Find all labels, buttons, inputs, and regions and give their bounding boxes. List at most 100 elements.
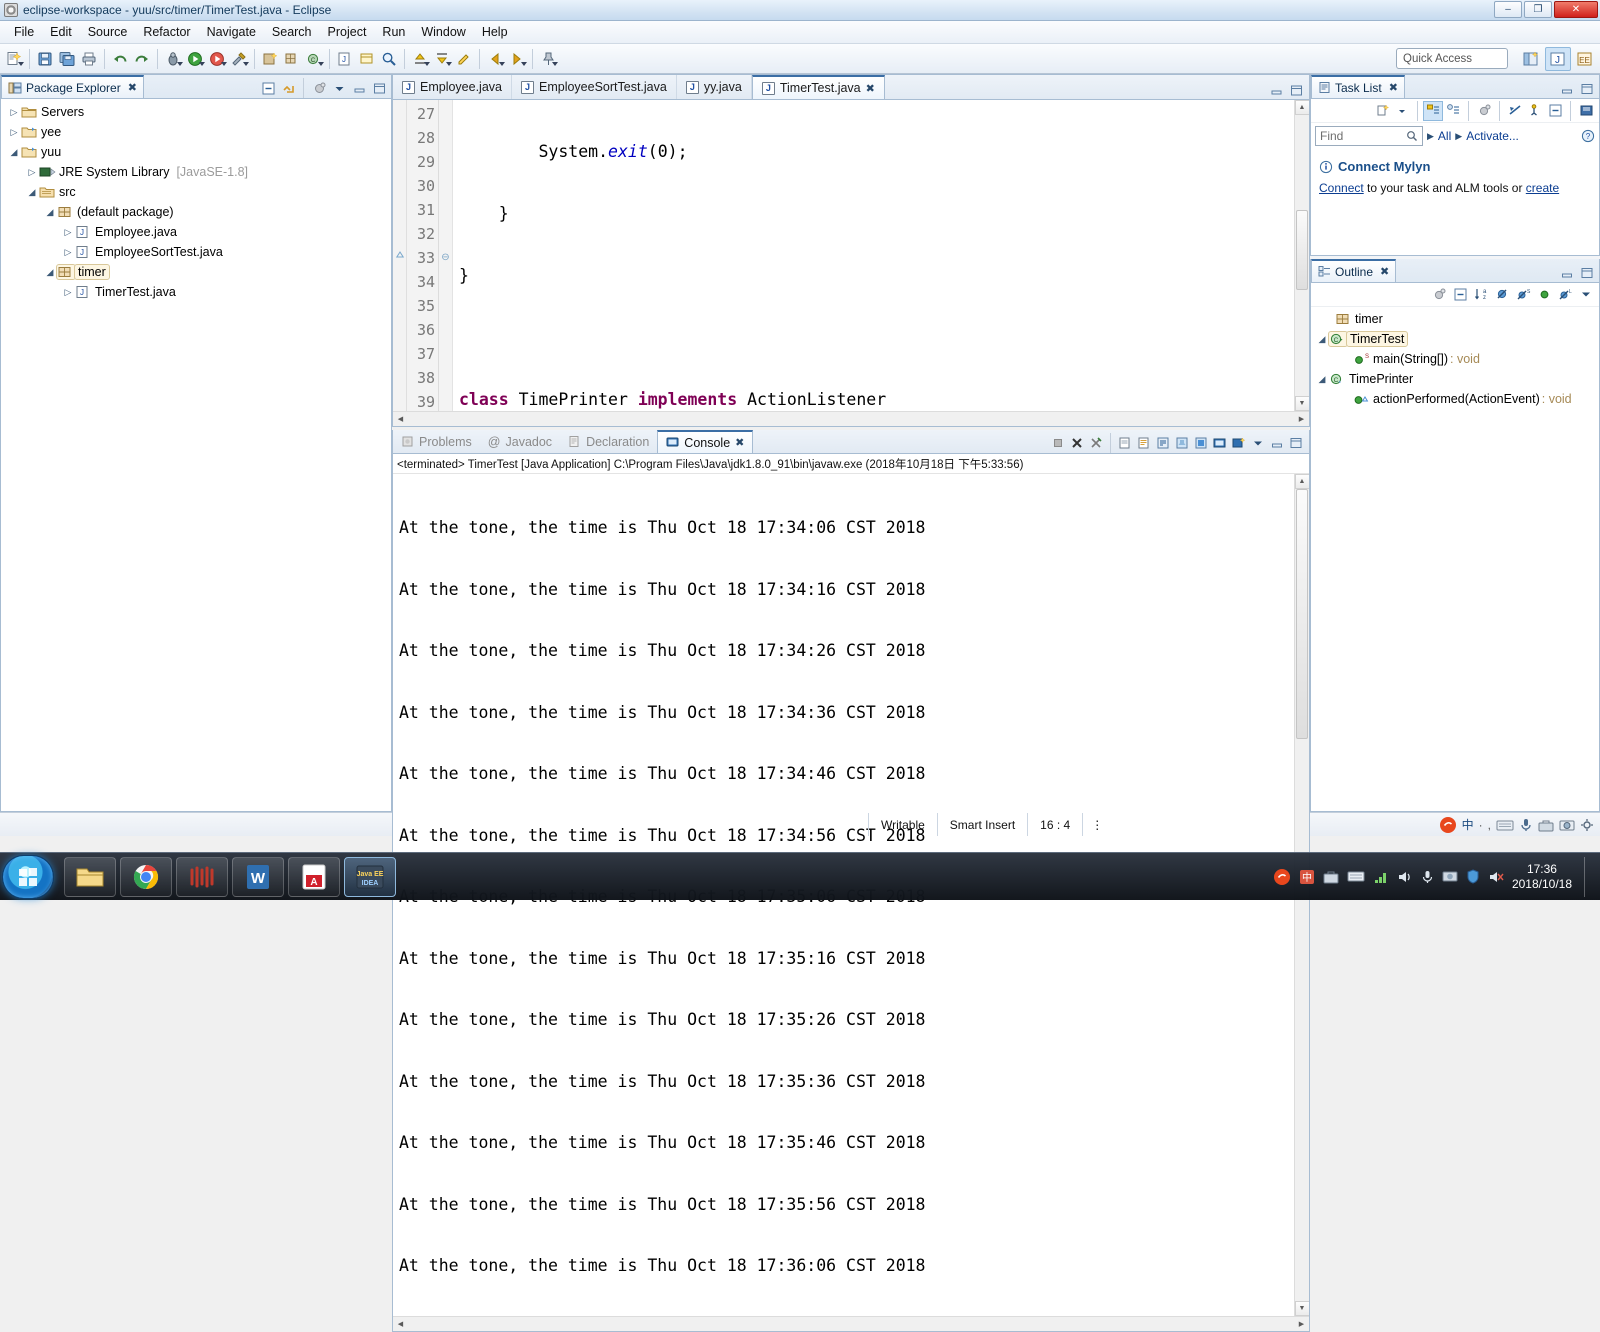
editor-tab-yy-java[interactable]: J yy.java <box>677 75 752 99</box>
tree-row-yee[interactable]: ▷ yee <box>1 122 391 142</box>
twisty-expanded-icon[interactable]: ◢ <box>7 147 21 158</box>
new-class-dropdown-arrow[interactable] <box>318 62 324 66</box>
view-menu-icon[interactable] <box>1577 102 1595 120</box>
scroll-down-icon[interactable]: ▼ <box>1295 396 1310 411</box>
clear-console-icon[interactable] <box>1116 434 1134 452</box>
mylyn-connect-link[interactable]: Connect <box>1319 181 1364 195</box>
save-icon[interactable] <box>35 48 55 70</box>
maximize-icon[interactable] <box>370 79 388 97</box>
debug-icon[interactable] <box>163 48 183 70</box>
new-task-icon[interactable] <box>1373 102 1391 120</box>
remove-launch-icon[interactable] <box>1068 434 1086 452</box>
maximize-icon[interactable] <box>1578 80 1596 98</box>
tree-row-timer[interactable]: ◢ timer <box>1 262 391 282</box>
folding-ruler[interactable]: ⊖ <box>439 100 453 411</box>
toolbox-icon[interactable] <box>1538 818 1554 832</box>
tree-row-default-package[interactable]: ◢ (default package) <box>1 202 391 222</box>
run-coverage-icon[interactable] <box>207 48 227 70</box>
shield-icon[interactable] <box>1466 869 1480 884</box>
collapse-all-icon[interactable] <box>259 79 277 97</box>
new-task-dropdown-arrow[interactable] <box>1393 102 1411 120</box>
tree-row-timertest-java[interactable]: ▷ J TimerTest.java <box>1 282 391 302</box>
tab-declaration[interactable]: Declaration <box>560 430 657 453</box>
screenshot-icon[interactable] <box>1442 870 1458 883</box>
menu-edit[interactable]: Edit <box>42 23 80 41</box>
minimize-button[interactable]: – <box>1494 1 1522 18</box>
tab-problems[interactable]: Problems <box>393 430 480 453</box>
quick-access-input[interactable]: Quick Access <box>1396 48 1508 69</box>
external-tools-dropdown-arrow[interactable] <box>243 62 249 66</box>
new-java-project-icon[interactable] <box>260 48 280 70</box>
microphone-icon[interactable] <box>1519 817 1533 833</box>
hide-static-icon[interactable]: S <box>1514 286 1532 304</box>
menu-source[interactable]: Source <box>80 23 136 41</box>
close-icon[interactable]: ✖ <box>735 436 744 449</box>
close-icon[interactable]: ✖ <box>1389 81 1398 94</box>
open-console-icon[interactable] <box>1211 434 1229 452</box>
start-button[interactable] <box>2 855 54 899</box>
twisty-collapsed-icon[interactable]: ▷ <box>7 127 21 138</box>
tree-row-jre-system-library[interactable]: ▷ JRE System Library [JavaSE-1.8] <box>1 162 391 182</box>
menu-search[interactable]: Search <box>264 23 320 41</box>
maximize-button[interactable]: ❐ <box>1524 1 1552 18</box>
editor-vertical-scrollbar[interactable]: ▲ ▼ <box>1294 100 1309 411</box>
outline-row-main[interactable]: S main(String[]) : void <box>1311 349 1599 369</box>
filter-all-arrow-icon[interactable]: ▶ <box>1427 131 1434 142</box>
status-more-icon[interactable]: ⋮ <box>1082 813 1111 836</box>
filter-activate-link[interactable]: Activate... <box>1466 129 1519 143</box>
show-desktop-button[interactable] <box>1584 857 1592 897</box>
media-player-icon[interactable] <box>176 857 228 897</box>
close-button[interactable]: ✕ <box>1554 1 1598 18</box>
twisty-expanded-icon[interactable]: ◢ <box>25 187 39 198</box>
link-with-editor-icon[interactable] <box>279 79 297 97</box>
package-explorer-tree[interactable]: ▷ Servers ▷ yee ◢ <box>1 99 391 811</box>
minimize-icon[interactable] <box>350 79 368 97</box>
google-chrome-icon[interactable] <box>120 857 172 897</box>
twisty-expanded-icon[interactable]: ◢ <box>1315 334 1329 345</box>
run-icon[interactable] <box>185 48 205 70</box>
undo-icon[interactable] <box>110 48 130 70</box>
remove-all-terminated-icon[interactable] <box>1087 434 1105 452</box>
hide-non-public-icon[interactable] <box>1535 286 1553 304</box>
previous-annotation-dropdown-arrow[interactable] <box>446 62 452 66</box>
outline-tree[interactable]: timer ◢ C TimerTest S main(String[]) <box>1311 307 1599 811</box>
minimize-icon[interactable] <box>1558 80 1576 98</box>
console-horizontal-scrollbar[interactable]: ◀ ▶ <box>393 1316 1309 1331</box>
menu-project[interactable]: Project <box>320 23 375 41</box>
back-dropdown-arrow[interactable] <box>499 62 505 66</box>
open-perspective-icon[interactable] <box>1518 47 1544 71</box>
twisty-collapsed-icon[interactable]: ▷ <box>61 227 75 238</box>
view-menu-icon[interactable] <box>1577 286 1595 304</box>
editor-tab-employeesorttest-java[interactable]: J EmployeeSortTest.java <box>512 75 677 99</box>
tree-row-servers[interactable]: ▷ Servers <box>1 102 391 122</box>
pin-console-icon[interactable] <box>1173 434 1191 452</box>
tab-console[interactable]: Console ✖ <box>657 430 753 453</box>
tab-outline[interactable]: Outline ✖ <box>1311 259 1396 282</box>
editor-tab-employee-java[interactable]: J Employee.java <box>393 75 512 99</box>
mute-icon[interactable] <box>1488 870 1504 884</box>
java-perspective-icon[interactable]: J <box>1545 47 1571 71</box>
keyboard-icon[interactable] <box>1347 870 1365 883</box>
debug-dropdown-arrow[interactable] <box>177 62 183 66</box>
tab-package-explorer[interactable]: Package Explorer ✖ <box>1 75 144 98</box>
scrollbar-thumb[interactable] <box>1296 210 1308 290</box>
twisty-expanded-icon[interactable]: ◢ <box>1315 374 1329 385</box>
task-find-input[interactable]: Find <box>1315 126 1423 146</box>
maximize-icon[interactable] <box>1578 264 1596 282</box>
close-icon[interactable]: ✖ <box>128 81 137 94</box>
code-editor[interactable]: 27 28 29 30 31 32 33 34 35 36 37 38 39 <box>393 100 1309 411</box>
synchronize-changed-icon[interactable] <box>1506 102 1524 120</box>
next-annotation-dropdown-arrow[interactable] <box>424 62 430 66</box>
focus-on-workweek-icon[interactable] <box>1475 102 1493 120</box>
close-icon[interactable]: ✖ <box>866 82 875 95</box>
view-menu-icon[interactable] <box>330 79 348 97</box>
code-text[interactable]: System.exit(0); } } class TimePrinter im… <box>453 100 1294 411</box>
print-icon[interactable] <box>79 48 99 70</box>
hide-local-types-icon[interactable]: L <box>1556 286 1574 304</box>
sogou-pinyin-icon[interactable] <box>1273 868 1291 886</box>
activate-task-icon[interactable] <box>1526 102 1544 120</box>
collapse-all-icon[interactable] <box>1451 286 1469 304</box>
outline-row-timeprinter[interactable]: ◢ C TimePrinter <box>1311 369 1599 389</box>
taskbar-clock[interactable]: 17:36 2018/10/18 <box>1512 862 1576 892</box>
wps-writer-icon[interactable]: W <box>232 857 284 897</box>
